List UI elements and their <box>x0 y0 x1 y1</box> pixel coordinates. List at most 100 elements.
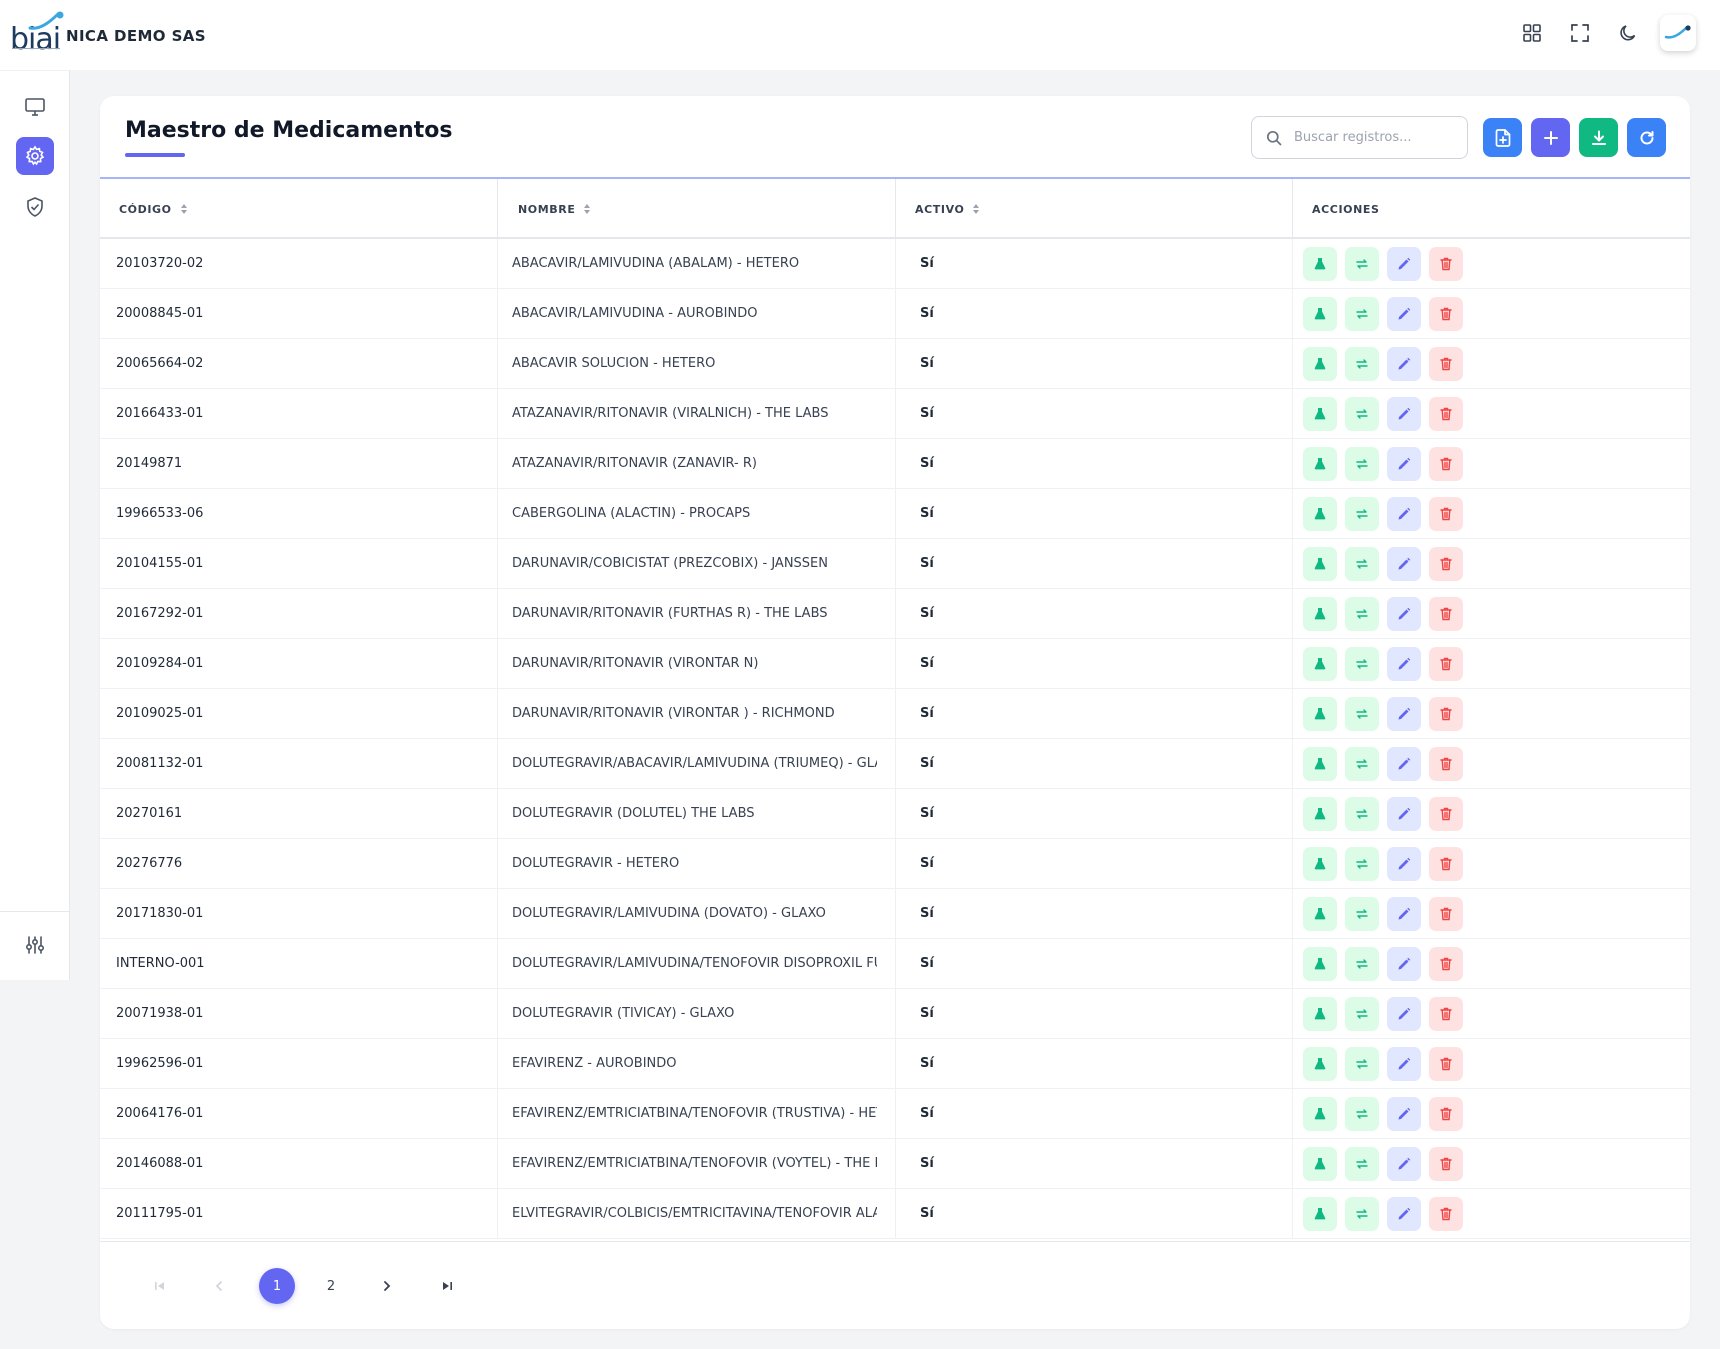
sidebar-item-preferences[interactable] <box>16 926 54 964</box>
transfer-button[interactable] <box>1345 746 1379 781</box>
table-row[interactable]: 20071938-01 DOLUTEGRAVIR (TIVICAY) - GLA… <box>100 989 1690 1039</box>
transfer-button[interactable] <box>1345 846 1379 881</box>
delete-button[interactable] <box>1429 396 1463 431</box>
sidebar-item-security[interactable] <box>16 188 54 226</box>
table-row[interactable]: 20146088-01 EFAVIRENZ/EMTRICIATBINA/TENO… <box>100 1139 1690 1189</box>
edit-button[interactable] <box>1387 696 1421 731</box>
lab-button[interactable] <box>1303 646 1337 681</box>
transfer-button[interactable] <box>1345 246 1379 281</box>
delete-button[interactable] <box>1429 296 1463 331</box>
lab-button[interactable] <box>1303 296 1337 331</box>
table-row[interactable]: 19966533-06 CABERGOLINA (ALACTIN) - PROC… <box>100 489 1690 539</box>
lab-button[interactable] <box>1303 246 1337 281</box>
transfer-button[interactable] <box>1345 996 1379 1031</box>
lab-button[interactable] <box>1303 446 1337 481</box>
transfer-button[interactable] <box>1345 546 1379 581</box>
table-row[interactable]: 20167292-01 DARUNAVIR/RITONAVIR (FURTHAS… <box>100 589 1690 639</box>
add-record-button[interactable] <box>1531 118 1570 157</box>
edit-button[interactable] <box>1387 1196 1421 1231</box>
transfer-button[interactable] <box>1345 796 1379 831</box>
transfer-button[interactable] <box>1345 346 1379 381</box>
delete-button[interactable] <box>1429 946 1463 981</box>
edit-button[interactable] <box>1387 746 1421 781</box>
edit-button[interactable] <box>1387 446 1421 481</box>
lab-button[interactable] <box>1303 546 1337 581</box>
table-row[interactable]: INTERNO-001 DOLUTEGRAVIR/LAMIVUDINA/TENO… <box>100 939 1690 989</box>
table-row[interactable]: 20171830-01 DOLUTEGRAVIR/LAMIVUDINA (DOV… <box>100 889 1690 939</box>
transfer-button[interactable] <box>1345 696 1379 731</box>
table-row[interactable]: 20166433-01 ATAZANAVIR/RITONAVIR (VIRALN… <box>100 389 1690 439</box>
last-page-button[interactable] <box>429 1268 465 1304</box>
transfer-button[interactable] <box>1345 596 1379 631</box>
column-header-activo[interactable]: ACTIVO <box>915 179 980 239</box>
download-button[interactable] <box>1579 118 1618 157</box>
table-row[interactable]: 20111795-01 ELVITEGRAVIR/COLBICIS/EMTRIC… <box>100 1189 1690 1239</box>
edit-button[interactable] <box>1387 496 1421 531</box>
sidebar-item-dashboard[interactable] <box>16 88 54 126</box>
delete-button[interactable] <box>1429 696 1463 731</box>
edit-button[interactable] <box>1387 246 1421 281</box>
table-row[interactable]: 20149871 ATAZANAVIR/RITONAVIR (ZANAVIR- … <box>100 439 1690 489</box>
transfer-button[interactable] <box>1345 496 1379 531</box>
lab-button[interactable] <box>1303 396 1337 431</box>
delete-button[interactable] <box>1429 1096 1463 1131</box>
edit-button[interactable] <box>1387 796 1421 831</box>
lab-button[interactable] <box>1303 696 1337 731</box>
column-header-codigo[interactable]: CÓDIGO <box>119 179 188 239</box>
table-row[interactable]: 20109025-01 DARUNAVIR/RITONAVIR (VIRONTA… <box>100 689 1690 739</box>
delete-button[interactable] <box>1429 1046 1463 1081</box>
edit-button[interactable] <box>1387 896 1421 931</box>
delete-button[interactable] <box>1429 846 1463 881</box>
transfer-button[interactable] <box>1345 946 1379 981</box>
sidebar-item-settings[interactable] <box>16 137 54 175</box>
table-row[interactable]: 19962596-01 EFAVIRENZ - AUROBINDO Sí <box>100 1039 1690 1089</box>
refresh-button[interactable] <box>1627 118 1666 157</box>
delete-button[interactable] <box>1429 1196 1463 1231</box>
delete-button[interactable] <box>1429 446 1463 481</box>
import-file-button[interactable] <box>1483 118 1522 157</box>
transfer-button[interactable] <box>1345 1096 1379 1131</box>
edit-button[interactable] <box>1387 296 1421 331</box>
fullscreen-button[interactable] <box>1556 12 1604 54</box>
lab-button[interactable] <box>1303 1046 1337 1081</box>
transfer-button[interactable] <box>1345 1146 1379 1181</box>
lab-button[interactable] <box>1303 796 1337 831</box>
transfer-button[interactable] <box>1345 896 1379 931</box>
delete-button[interactable] <box>1429 1146 1463 1181</box>
apps-grid-button[interactable] <box>1508 12 1556 54</box>
brand-logo[interactable]: biai <box>8 10 64 57</box>
edit-button[interactable] <box>1387 346 1421 381</box>
lab-button[interactable] <box>1303 346 1337 381</box>
edit-button[interactable] <box>1387 846 1421 881</box>
transfer-button[interactable] <box>1345 296 1379 331</box>
transfer-button[interactable] <box>1345 1196 1379 1231</box>
edit-button[interactable] <box>1387 396 1421 431</box>
delete-button[interactable] <box>1429 596 1463 631</box>
table-row[interactable]: 20064176-01 EFAVIRENZ/EMTRICIATBINA/TENO… <box>100 1089 1690 1139</box>
table-row[interactable]: 20008845-01 ABACAVIR/LAMIVUDINA - AUROBI… <box>100 289 1690 339</box>
lab-button[interactable] <box>1303 596 1337 631</box>
delete-button[interactable] <box>1429 546 1463 581</box>
edit-button[interactable] <box>1387 996 1421 1031</box>
transfer-button[interactable] <box>1345 1046 1379 1081</box>
search-box[interactable] <box>1251 116 1468 159</box>
transfer-button[interactable] <box>1345 646 1379 681</box>
table-row[interactable]: 20081132-01 DOLUTEGRAVIR/ABACAVIR/LAMIVU… <box>100 739 1690 789</box>
lab-button[interactable] <box>1303 496 1337 531</box>
edit-button[interactable] <box>1387 946 1421 981</box>
edit-button[interactable] <box>1387 1096 1421 1131</box>
column-header-nombre[interactable]: NOMBRE <box>518 179 591 239</box>
dark-mode-toggle[interactable] <box>1604 12 1652 54</box>
table-row[interactable]: 20276776 DOLUTEGRAVIR - HETERO Sí <box>100 839 1690 889</box>
search-input[interactable] <box>1294 130 1454 145</box>
user-avatar[interactable] <box>1660 15 1696 51</box>
lab-button[interactable] <box>1303 896 1337 931</box>
edit-button[interactable] <box>1387 1146 1421 1181</box>
delete-button[interactable] <box>1429 896 1463 931</box>
table-row[interactable]: 20103720-02 ABACAVIR/LAMIVUDINA (ABALAM)… <box>100 239 1690 289</box>
delete-button[interactable] <box>1429 346 1463 381</box>
transfer-button[interactable] <box>1345 396 1379 431</box>
edit-button[interactable] <box>1387 546 1421 581</box>
delete-button[interactable] <box>1429 746 1463 781</box>
lab-button[interactable] <box>1303 996 1337 1031</box>
